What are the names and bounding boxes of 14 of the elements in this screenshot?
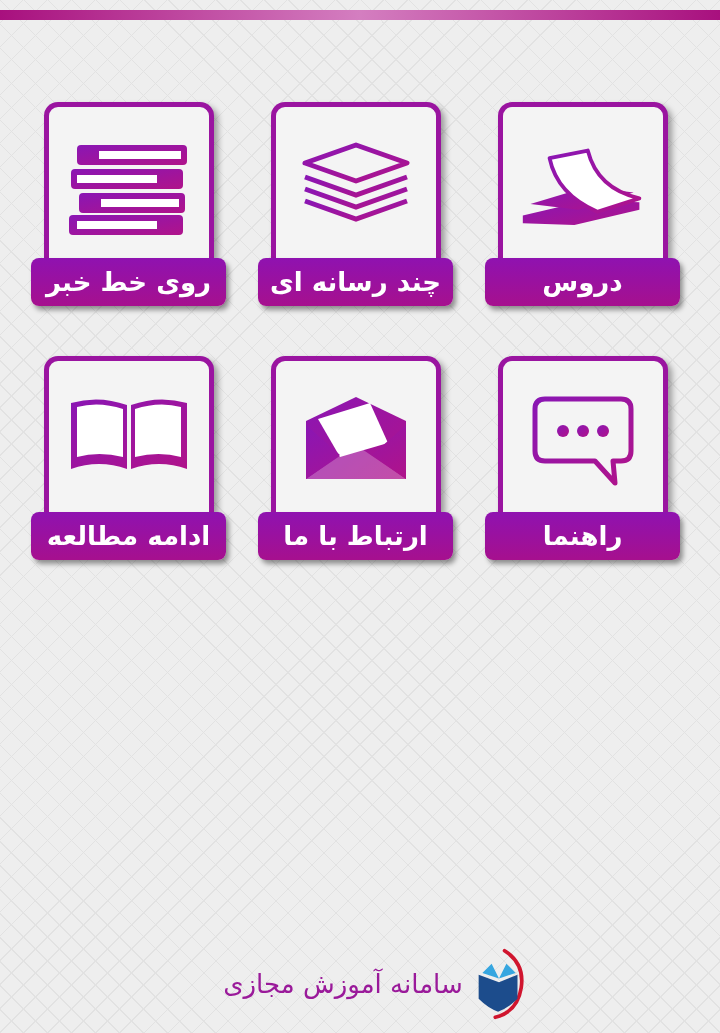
tile-label-button[interactable]: ادامه مطالعه [31, 512, 226, 560]
app-title: سامانه آموزش مجازی [223, 969, 463, 999]
tile-card[interactable] [497, 102, 668, 258]
tile-card[interactable] [497, 356, 668, 512]
tile-label-button[interactable]: راهنما [485, 512, 680, 560]
tile-card[interactable] [270, 102, 441, 258]
tile-card[interactable] [270, 356, 441, 512]
tile-label-button[interactable]: دروس [485, 258, 680, 306]
tile-card[interactable] [43, 356, 214, 512]
tile-label-button[interactable]: روی خط خبر [31, 258, 226, 306]
tile-card[interactable] [43, 102, 214, 258]
tile-label-button[interactable]: چند رسانه ای [258, 258, 453, 306]
envelope-icon [303, 395, 408, 481]
tile-label-button[interactable]: ارتباط با ما [258, 512, 453, 560]
